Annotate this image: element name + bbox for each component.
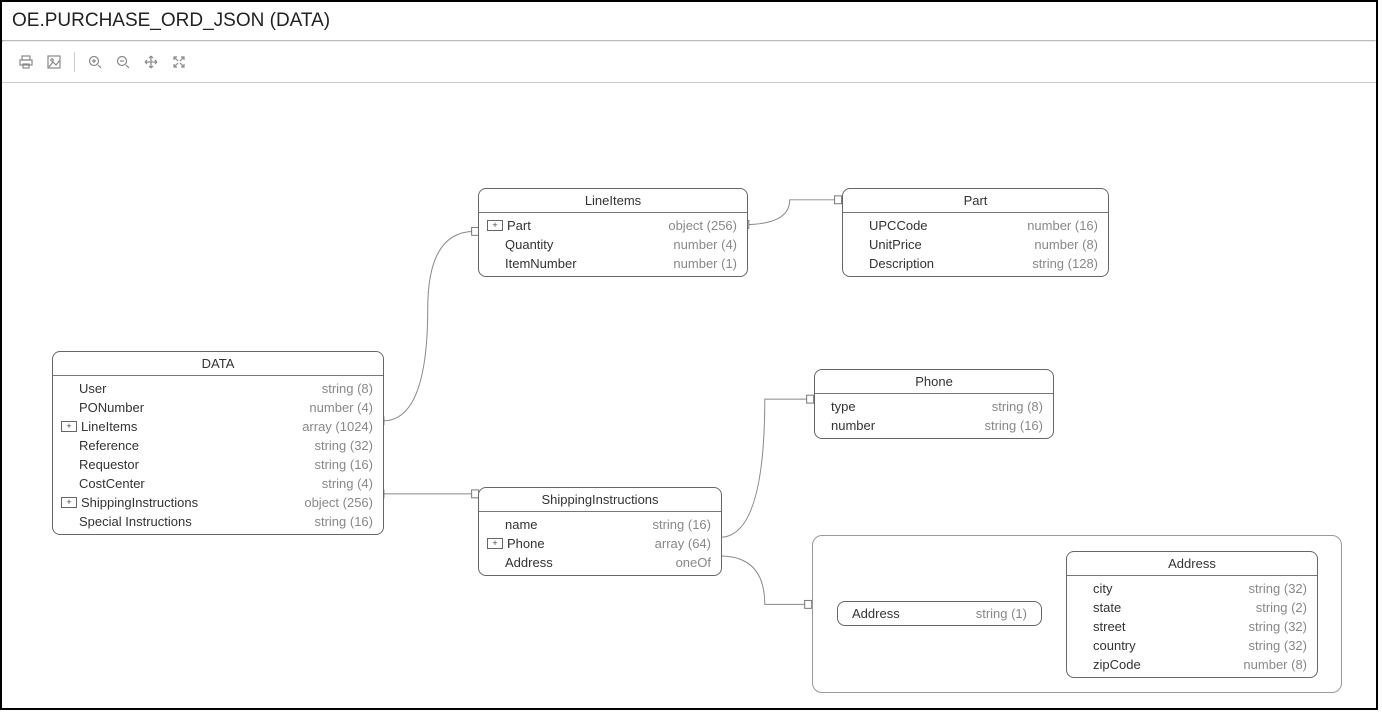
field-row[interactable]: citystring (32) [1067, 579, 1317, 598]
toolbar-separator [74, 52, 75, 72]
zoom-in-icon[interactable] [81, 50, 109, 74]
field-row[interactable]: +ShippingInstructionsobject (256) [53, 493, 383, 512]
page-title: OE.PURCHASE_ORD_JSON (DATA) [2, 2, 1376, 40]
entity-header: ShippingInstructions [479, 488, 721, 512]
entity-header: LineItems [479, 189, 747, 213]
expand-icon[interactable]: + [61, 421, 77, 432]
field-row[interactable]: namestring (16) [479, 515, 721, 534]
field-row[interactable]: UPCCodenumber (16) [843, 216, 1108, 235]
entity-header: DATA [53, 352, 383, 376]
field-row[interactable]: countrystring (32) [1067, 636, 1317, 655]
expand-icon[interactable]: + [61, 497, 77, 508]
field-row[interactable]: UnitPricenumber (8) [843, 235, 1108, 254]
field-row[interactable]: Descriptionstring (128) [843, 254, 1108, 273]
toolbar [2, 42, 1376, 83]
print-icon[interactable] [12, 50, 40, 74]
field-row[interactable]: Referencestring (32) [53, 436, 383, 455]
field-row[interactable]: Userstring (8) [53, 379, 383, 398]
entity-header: Address [1067, 552, 1317, 576]
entity-header: Part [843, 189, 1108, 213]
field-row[interactable]: Special Instructionsstring (16) [53, 512, 383, 531]
image-export-icon[interactable] [40, 50, 68, 74]
entity-part: Part UPCCodenumber (16) UnitPricenumber … [842, 188, 1109, 277]
field-row[interactable]: AddressoneOf [479, 553, 721, 572]
field-row[interactable]: statestring (2) [1067, 598, 1317, 617]
field-row[interactable]: zipCodenumber (8) [1067, 655, 1317, 674]
field-row[interactable]: streetstring (32) [1067, 617, 1317, 636]
entity-address-string[interactable]: Address string (1) [837, 601, 1042, 626]
entity-address: Address citystring (32) statestring (2) … [1066, 551, 1318, 678]
field-row[interactable]: typestring (8) [815, 397, 1053, 416]
zoom-out-icon[interactable] [109, 50, 137, 74]
field-row[interactable]: ItemNumbernumber (1) [479, 254, 747, 273]
fullscreen-icon[interactable] [165, 50, 193, 74]
fit-to-screen-icon[interactable] [137, 50, 165, 74]
entity-data: DATA Userstring (8) PONumbernumber (4) +… [52, 351, 384, 535]
field-row[interactable]: +Partobject (256) [479, 216, 747, 235]
entity-header: Phone [815, 370, 1053, 394]
field-row[interactable]: +LineItemsarray (1024) [53, 417, 383, 436]
field-row[interactable]: CostCenterstring (4) [53, 474, 383, 493]
entity-phone: Phone typestring (8) numberstring (16) [814, 369, 1054, 439]
field-row[interactable]: PONumbernumber (4) [53, 398, 383, 417]
field-row[interactable]: +Phonearray (64) [479, 534, 721, 553]
entity-shipping: ShippingInstructions namestring (16) +Ph… [478, 487, 722, 576]
expand-icon[interactable]: + [487, 538, 503, 549]
expand-icon[interactable]: + [487, 220, 503, 231]
field-row[interactable]: Quantitynumber (4) [479, 235, 747, 254]
field-row[interactable]: numberstring (16) [815, 416, 1053, 435]
field-row[interactable]: Requestorstring (16) [53, 455, 383, 474]
entity-lineitems: LineItems +Partobject (256) Quantitynumb… [478, 188, 748, 277]
